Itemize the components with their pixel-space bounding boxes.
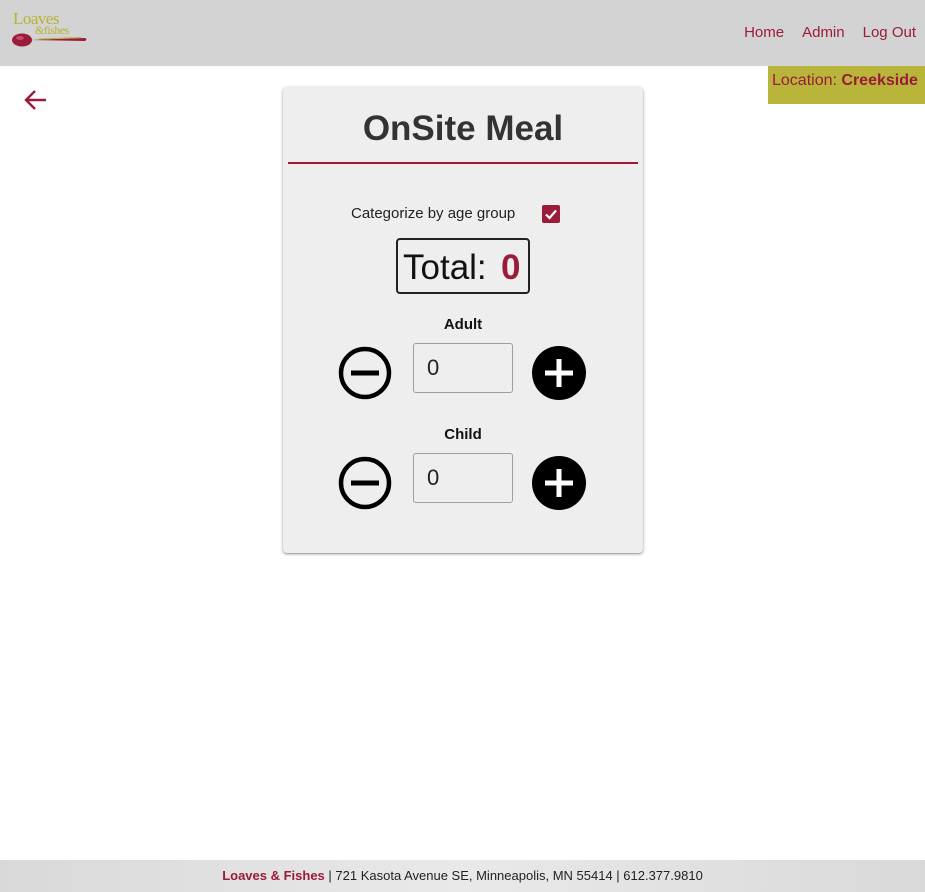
meal-card: OnSite Meal Categorize by age group Tota… xyxy=(283,87,643,553)
nav-admin-link[interactable]: Admin xyxy=(802,24,845,41)
categorize-checkbox[interactable] xyxy=(542,205,560,223)
adult-decrement-button[interactable] xyxy=(338,346,392,400)
child-count-input[interactable] xyxy=(413,453,513,503)
check-icon xyxy=(545,209,557,220)
total-value: 0 xyxy=(501,248,521,287)
total-display: Total: 0 xyxy=(396,238,530,294)
categorize-label: Categorize by age group xyxy=(351,205,516,222)
adult-label: Adult xyxy=(443,316,483,333)
child-decrement-button[interactable] xyxy=(338,456,392,510)
top-nav: Home Admin Log Out xyxy=(744,24,916,41)
footer-org-name: Loaves & Fishes xyxy=(222,868,325,883)
location-badge: Location: Creekside xyxy=(768,66,925,104)
nav-home-link[interactable]: Home xyxy=(744,24,784,41)
minus-circle-icon xyxy=(338,346,392,400)
footer-details: | 721 Kasota Avenue SE, Minneapolis, MN … xyxy=(324,868,703,883)
plus-circle-icon xyxy=(532,456,586,510)
title-divider xyxy=(288,162,638,164)
back-button[interactable] xyxy=(22,86,50,114)
logo[interactable]: Loaves &fishes xyxy=(11,9,91,51)
total-label: Total: xyxy=(403,248,487,287)
app-header: Loaves &fishes Home Admin Log Out xyxy=(0,0,925,66)
spoon-icon xyxy=(12,33,87,47)
minus-circle-icon xyxy=(338,456,392,510)
adult-increment-button[interactable] xyxy=(532,346,586,400)
arrow-left-icon xyxy=(24,90,46,110)
page-title: OnSite Meal xyxy=(362,109,564,148)
plus-circle-icon xyxy=(532,346,586,400)
child-increment-button[interactable] xyxy=(532,456,586,510)
child-label: Child xyxy=(444,426,482,443)
footer: Loaves & Fishes | 721 Kasota Avenue SE, … xyxy=(0,860,925,892)
location-name: Creekside xyxy=(841,72,918,89)
adult-count-input[interactable] xyxy=(413,343,513,393)
location-label: Location: xyxy=(772,72,837,89)
nav-logout-link[interactable]: Log Out xyxy=(863,24,916,41)
